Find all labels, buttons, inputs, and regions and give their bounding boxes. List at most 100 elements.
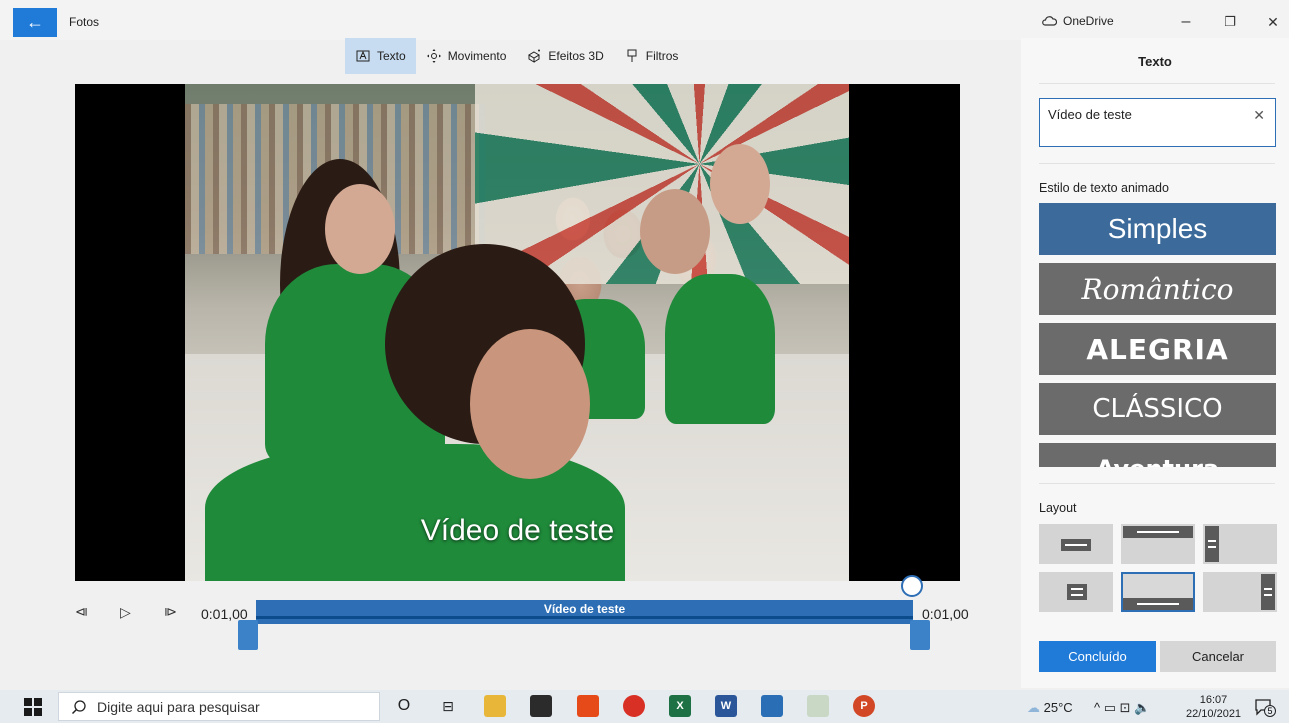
panel-title: Texto (1138, 54, 1172, 69)
back-button[interactable]: ← (13, 8, 57, 37)
powerpoint-icon[interactable]: P (853, 695, 875, 717)
layout-option-left-bar[interactable] (1203, 524, 1277, 564)
layout-option-right-bar[interactable] (1203, 572, 1277, 612)
trim-handle-start[interactable] (238, 620, 258, 650)
next-frame-button[interactable]: ⧐ (164, 604, 177, 620)
word-icon[interactable]: W (715, 695, 737, 717)
preview-photo (185, 84, 849, 581)
layout-preview-line (1264, 594, 1272, 596)
divider (1039, 163, 1275, 164)
photos-video-editor-window: ← Fotos OneDrive – ❐ ✕ Texto Movimento E… (0, 0, 1289, 723)
weather-temp: 25°C (1043, 700, 1073, 715)
style-aventura[interactable]: Aventura (1039, 443, 1276, 467)
clock-date: 22/10/2021 (1186, 708, 1242, 720)
style-alegria[interactable]: ALEGRIA (1039, 323, 1276, 375)
layout-preview-box (1067, 584, 1087, 600)
layout-option-center-left[interactable] (1039, 524, 1113, 564)
person-face (470, 329, 590, 479)
tool-text[interactable]: Texto (345, 38, 416, 74)
tool-effects-3d-label: Efeitos 3D (548, 49, 604, 63)
divider (1039, 483, 1275, 484)
cancel-button[interactable]: Cancelar (1160, 641, 1276, 672)
excel-icon[interactable]: X (669, 695, 691, 717)
windows-taskbar: Digite aqui para pesquisar O ⊟ X W P ☁ 2… (0, 690, 1289, 723)
layout-section-label: Layout (1039, 501, 1077, 515)
layout-grid (1039, 524, 1277, 612)
close-button[interactable]: ✕ (1258, 10, 1288, 34)
minimize-button[interactable]: – (1171, 10, 1201, 34)
time-end: 0:01,00 (922, 606, 969, 622)
file-explorer-icon[interactable] (484, 695, 506, 717)
layout-preview-line (1137, 603, 1179, 605)
play-button[interactable]: ▷ (120, 604, 131, 621)
taskbar-clock[interactable]: 16:07 22/10/2021 (1186, 693, 1241, 721)
notification-count: 5 (1264, 705, 1276, 717)
onedrive-button[interactable]: OneDrive (1041, 14, 1114, 28)
timeline-line (256, 616, 913, 619)
photos-icon[interactable] (761, 695, 783, 717)
windows-start-icon[interactable] (24, 698, 42, 716)
divider (1039, 83, 1275, 84)
search-placeholder: Digite aqui para pesquisar (97, 698, 260, 715)
store-icon[interactable] (530, 695, 552, 717)
preview-caption: Vídeo de teste (420, 514, 615, 547)
motion-icon (426, 49, 441, 63)
notification-center-icon[interactable]: 5 (1254, 697, 1276, 717)
style-romantico[interactable]: Romântico (1039, 263, 1276, 315)
playhead-scrubber[interactable] (901, 575, 923, 597)
tool-filters[interactable]: Filtros (614, 38, 689, 74)
style-classico[interactable]: CLÁSSICO (1039, 383, 1276, 435)
app-title: Fotos (69, 15, 100, 29)
task-view-icon[interactable]: ⊟ (437, 695, 459, 717)
animated-text-style-list[interactable]: Simples Romântico ALEGRIA CLÁSSICO Avent… (1039, 203, 1276, 467)
text-panel: Texto ✕ Estilo de texto animado Simples … (1021, 38, 1289, 688)
layout-preview-line (1208, 546, 1216, 548)
layout-preview-box (1261, 574, 1275, 610)
effects-3d-icon (528, 49, 541, 63)
previous-frame-button[interactable]: ⧏ (75, 604, 88, 620)
text-input[interactable] (1048, 107, 1248, 122)
tool-motion[interactable]: Movimento (416, 38, 517, 74)
paint-icon[interactable] (807, 695, 829, 717)
system-tray-icons[interactable]: ^ ▭ ⊡ 🔈 (1094, 700, 1150, 716)
office-icon[interactable] (577, 695, 599, 717)
layout-preview-line (1264, 588, 1272, 590)
trim-handle-end[interactable] (910, 620, 930, 650)
layout-preview-line (1065, 544, 1087, 546)
tool-effects-3d[interactable]: Efeitos 3D (516, 38, 613, 74)
tool-filters-label: Filtros (645, 49, 679, 63)
timeline-label: Vídeo de teste (543, 602, 626, 616)
maximize-button[interactable]: ❐ (1215, 10, 1245, 34)
person-face (640, 189, 710, 274)
clear-icon[interactable]: ✕ (1253, 107, 1265, 124)
layout-preview-line (1071, 588, 1083, 590)
onedrive-label: OneDrive (1063, 14, 1114, 28)
layout-option-bottom[interactable] (1121, 572, 1195, 612)
done-button[interactable]: Concluído (1039, 641, 1156, 672)
person-shirt (665, 274, 775, 424)
layout-preview-line (1137, 531, 1179, 533)
editor-toolbar: Texto Movimento Efeitos 3D Filtros (345, 38, 688, 74)
filters-icon (627, 49, 637, 62)
clock-time: 16:07 (1199, 694, 1228, 706)
cortana-icon[interactable]: O (393, 695, 415, 717)
text-timeline-track[interactable]: Vídeo de teste (256, 600, 913, 624)
search-icon (71, 699, 86, 714)
person-face (710, 144, 770, 224)
cloud-icon (1042, 16, 1057, 26)
person-face (325, 184, 395, 274)
taskbar-search[interactable]: Digite aqui para pesquisar (58, 692, 380, 721)
style-simples[interactable]: Simples (1039, 203, 1276, 255)
layout-preview-line (1208, 540, 1216, 542)
weather-widget[interactable]: ☁ 25°C (1027, 700, 1073, 716)
layout-preview-box (1205, 526, 1219, 562)
title-bar: ← Fotos OneDrive – ❐ ✕ (0, 0, 1289, 40)
layout-preview-line (1071, 594, 1083, 596)
layout-option-center[interactable] (1039, 572, 1113, 612)
chrome-icon[interactable] (623, 695, 645, 717)
layout-option-top[interactable] (1121, 524, 1195, 564)
tool-text-label: Texto (377, 49, 406, 63)
video-preview[interactable]: Vídeo de teste (75, 84, 960, 581)
text-icon (356, 50, 370, 62)
text-field[interactable]: ✕ (1039, 98, 1276, 147)
